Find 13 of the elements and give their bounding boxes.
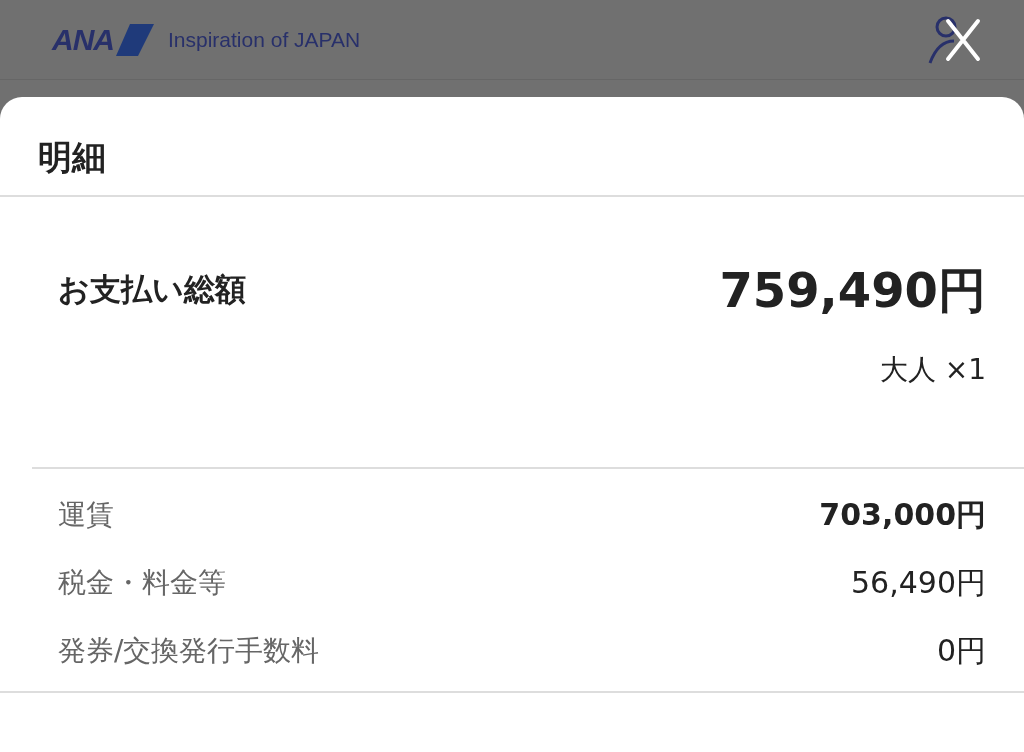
sheet-title: 明細 <box>0 97 1024 197</box>
total-amount: 759,490円 <box>719 261 986 320</box>
total-label: お支払い総額 <box>58 270 246 309</box>
fee-amount: 56,490円 <box>851 563 986 602</box>
fee-amount: 0円 <box>936 631 986 670</box>
fee-label: 運賃 <box>58 497 114 533</box>
tagline: Inspiration of JAPAN <box>168 27 361 52</box>
fee-label: 税金・料金等 <box>58 565 226 601</box>
fee-label: 発券/交換発行手数料 <box>58 633 320 669</box>
stripe-icon <box>116 23 154 56</box>
fee-amount: 703,000円 <box>819 495 986 534</box>
passenger-count: 大人 ×1 <box>879 352 986 388</box>
logo-text: ANA <box>52 22 114 57</box>
